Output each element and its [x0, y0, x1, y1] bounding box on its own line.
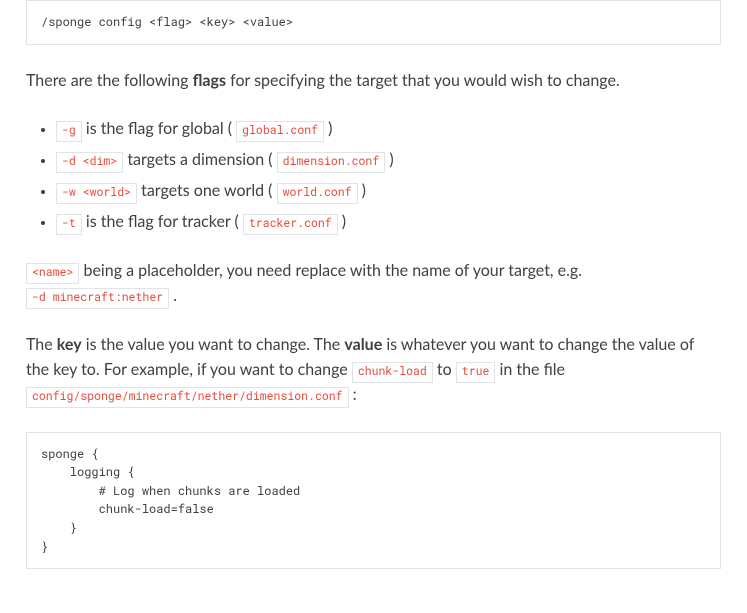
flag-desc: is the flag for global ( [82, 119, 236, 138]
intro-paragraph: There are the following flags for specif… [26, 69, 721, 94]
list-item: -d <dim> targets a dimension ( dimension… [56, 148, 721, 173]
config-path-code: config/sponge/minecraft/nether/dimension… [26, 387, 349, 408]
list-item: -g is the flag for global ( global.conf … [56, 117, 721, 142]
flag-desc-end: ) [324, 119, 332, 138]
flag-file: tracker.conf [243, 214, 338, 235]
intro-text-after: for specifying the target that you would… [226, 71, 620, 90]
kv-key-word: key [57, 335, 82, 354]
config-example-block: sponge { logging { # Log when chunks are… [26, 432, 721, 570]
kv-t2: is the value you want to change. The [82, 335, 345, 354]
key-value-paragraph: The key is the value you want to change.… [26, 333, 721, 408]
flag-desc-end: ) [385, 150, 393, 169]
kv-t5: in the file [495, 360, 565, 379]
flag-code: -t [56, 214, 82, 235]
flag-code: -w <world> [56, 183, 137, 204]
flag-desc: targets a dimension ( [123, 150, 276, 169]
command-example-block: /sponge config <flag> <key> <value> [26, 0, 721, 45]
kv-t1: The [26, 335, 57, 354]
list-item: -w <world> targets one world ( world.con… [56, 179, 721, 204]
list-item: -t is the flag for tracker ( tracker.con… [56, 210, 721, 235]
flag-file: world.conf [277, 183, 358, 204]
kv-value-word: value [344, 335, 382, 354]
chunk-load-code: chunk-load [352, 362, 433, 383]
example-code: -d minecraft:nether [26, 288, 169, 309]
flag-desc-end: ) [338, 212, 346, 231]
kv-t6: : [349, 385, 357, 404]
intro-flags-word: flags [193, 71, 226, 90]
flag-code: -g [56, 121, 82, 142]
kv-t4: to [433, 360, 456, 379]
flag-code: -d <dim> [56, 152, 123, 173]
name-code: <name> [26, 263, 79, 284]
flag-desc: is the flag for tracker ( [82, 212, 243, 231]
placeholder-text: being a placeholder, you need replace wi… [79, 261, 582, 280]
placeholder-paragraph: <name> being a placeholder, you need rep… [26, 259, 721, 309]
flag-file: dimension.conf [277, 152, 386, 173]
flags-list: -g is the flag for global ( global.conf … [26, 117, 721, 235]
flag-file: global.conf [236, 121, 324, 142]
true-code: true [456, 362, 496, 383]
placeholder-text-end: . [169, 286, 177, 305]
intro-text-before: There are the following [26, 71, 193, 90]
flag-desc: targets one world ( [137, 181, 277, 200]
flag-desc-end: ) [358, 181, 366, 200]
